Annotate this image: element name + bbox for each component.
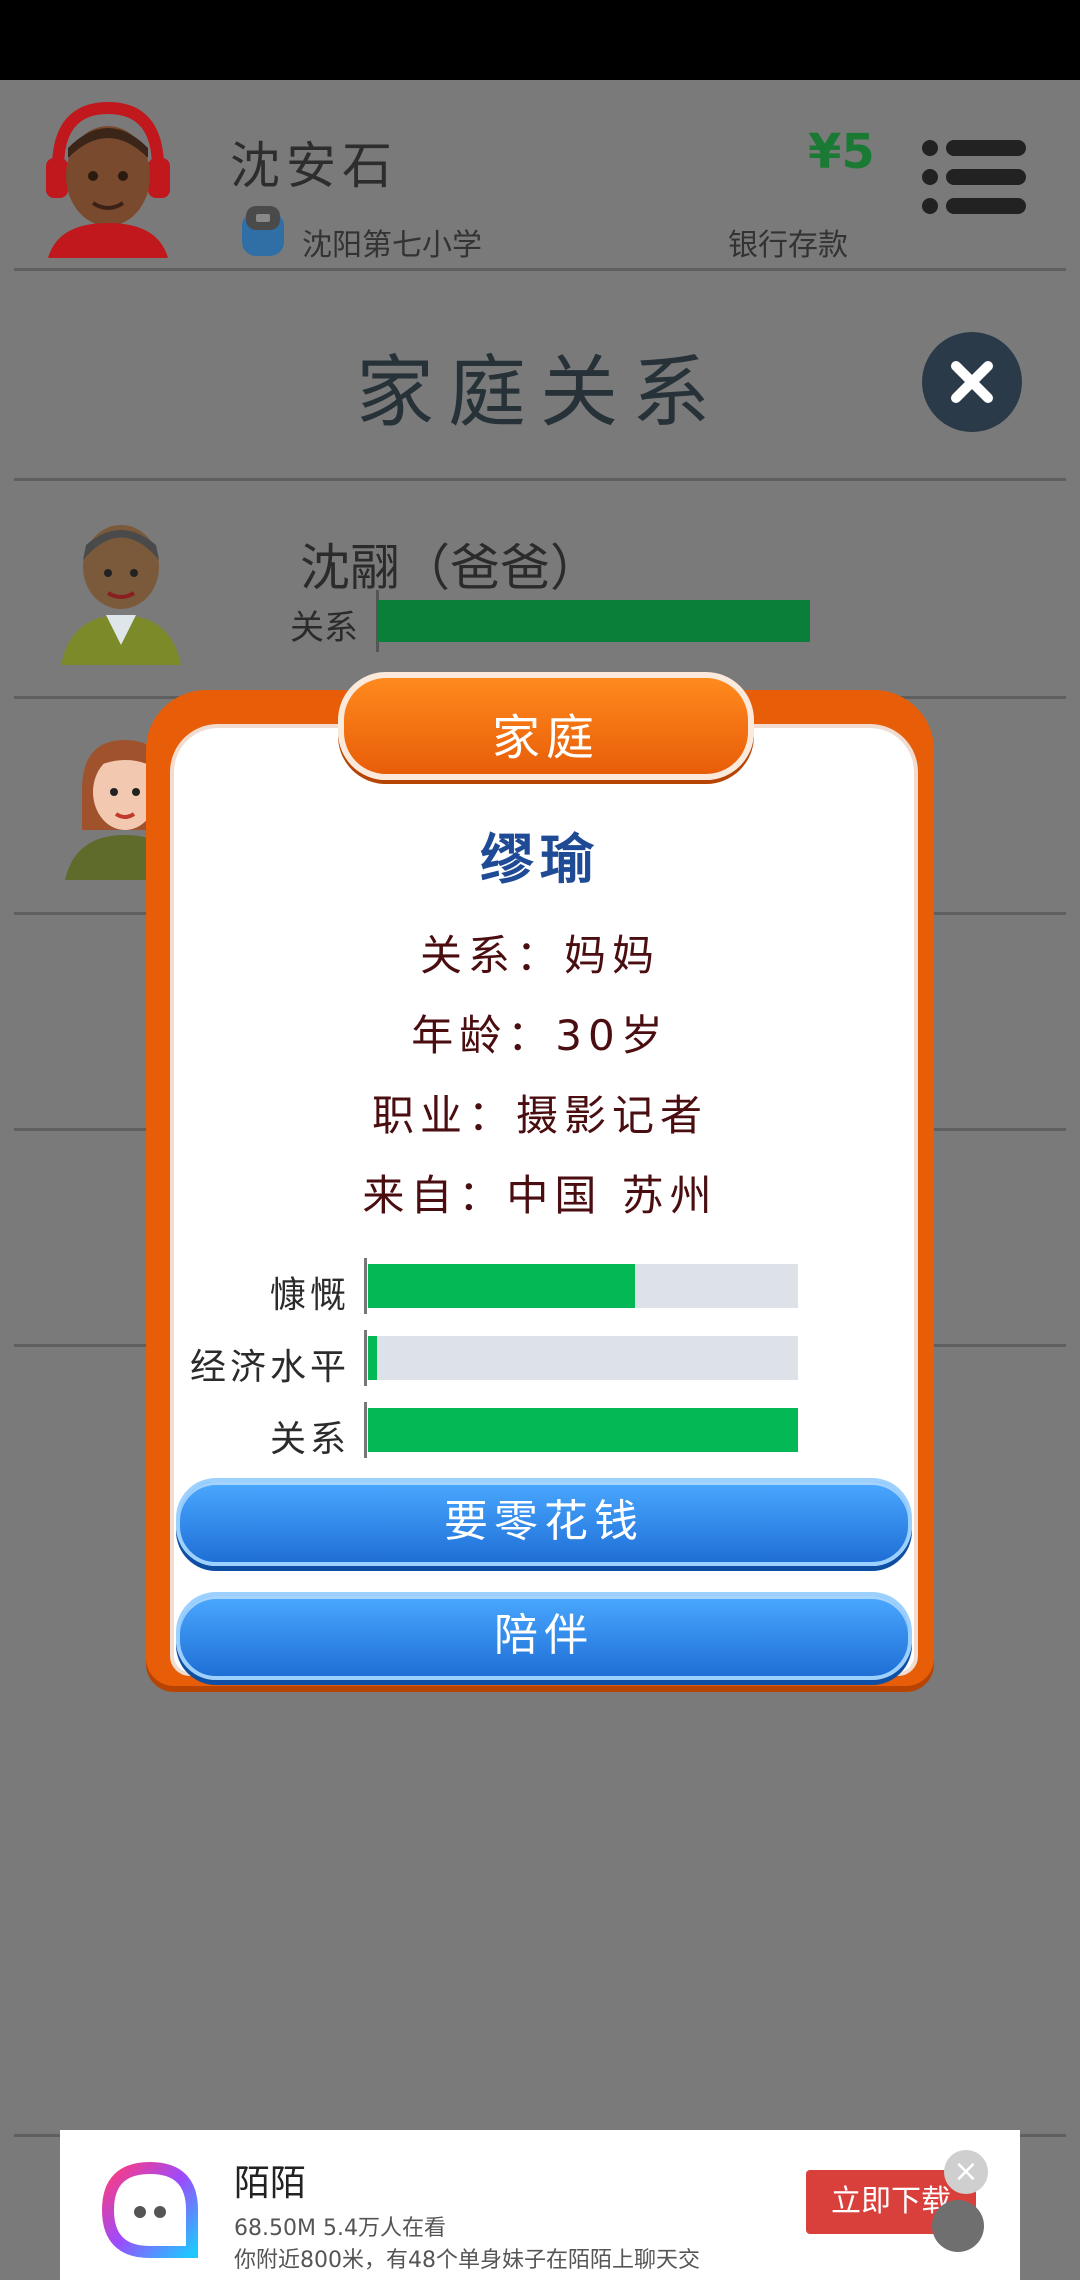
stat-label-generosity: 慷慨 [269,1275,350,1316]
generosity-bar [368,1264,798,1308]
ask-pocket-money-button[interactable]: 要零花钱 [176,1478,912,1566]
job-info: 职业：摄影记者 [371,1091,708,1140]
close-icon [951,361,993,403]
family-member-name: 沈翮（爸爸） [300,539,600,597]
father-avatar[interactable] [56,515,186,665]
bar-axis [364,1330,367,1386]
status-bar [0,0,1080,80]
ad-subtitle: 68.50M 5.4万人在看 [234,2216,446,2241]
bar-axis [364,1258,367,1314]
bank-deposit-label: 银行存款 [728,228,848,263]
divider [14,478,1066,481]
school-name: 沈阳第七小学 [302,228,482,263]
ad-title: 陌陌 [234,2163,307,2204]
bar-axis [364,1402,367,1458]
ad-badge-icon [932,2200,984,2252]
relation-label: 关系 [290,608,358,648]
stat-label-relation: 关系 [269,1419,350,1460]
relation-stat-bar-fill [368,1408,798,1452]
stat-label-economy: 经济水平 [189,1347,350,1388]
ad-close-icon[interactable]: × [944,2150,988,2194]
divider [14,268,1066,271]
ad-banner[interactable]: 陌陌 68.50M 5.4万人在看 你附近800米，有48个单身妹子在陌陌上聊天… [60,2130,1020,2280]
relation-stat-bar [368,1408,798,1452]
dialog-tab-label: 家庭 [491,710,600,766]
school-bag-icon [242,206,284,256]
menu-icon[interactable] [920,138,1026,216]
player-avatar[interactable] [38,98,178,258]
relation-bar [378,600,810,642]
section-title: 家庭关系 [355,348,724,438]
ad-description: 你附近800米，有48个单身妹子在陌陌上聊天交 [234,2248,700,2273]
age-info: 年龄：30岁 [411,1011,669,1060]
momo-logo-icon [101,2161,198,2258]
relation-info: 关系：妈妈 [419,931,660,980]
player-header: 沈安石 沈阳第七小学 ¥5 银行存款 [0,80,1080,270]
player-name: 沈安石 [230,137,398,195]
generosity-bar-fill [368,1264,635,1308]
economy-bar-fill [368,1336,377,1380]
economy-bar [368,1336,798,1380]
money-amount: ¥5 [808,124,875,180]
dialog-tab: 家庭 [338,672,754,780]
origin-info: 来自：中国 苏州 [362,1171,718,1220]
accompany-button[interactable]: 陪伴 [176,1592,912,1680]
close-button[interactable] [922,332,1022,432]
person-name: 缪瑜 [480,828,600,891]
